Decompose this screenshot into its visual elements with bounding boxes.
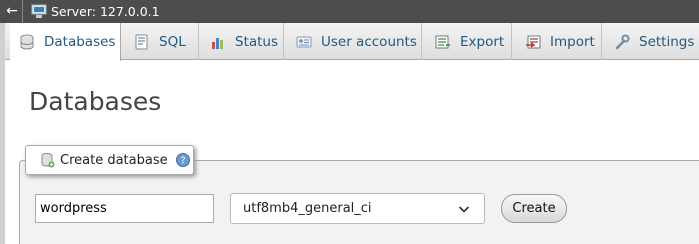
status-chart-icon — [212, 37, 223, 49]
tab-import[interactable]: Import — [512, 23, 602, 60]
tab-user-accounts[interactable]: User accounts — [284, 23, 422, 60]
tab-status[interactable]: Status — [199, 23, 284, 60]
page-title: Databases — [29, 87, 162, 116]
tab-label: SQL — [159, 33, 186, 50]
create-button[interactable]: Create — [501, 194, 567, 223]
database-icon — [20, 34, 34, 50]
tab-label: Export — [460, 33, 505, 50]
tab-databases[interactable]: Databases — [10, 23, 121, 61]
database-add-icon — [41, 153, 55, 168]
tab-label: Settings — [639, 33, 695, 50]
sql-icon — [135, 34, 148, 49]
tab-label: Databases — [44, 34, 116, 50]
topbar-divider — [22, 0, 23, 23]
settings-wrench-icon — [615, 34, 630, 49]
legend-label: Create database — [60, 152, 168, 168]
help-icon[interactable]: ? — [175, 153, 190, 167]
chevron-down-icon — [458, 206, 470, 213]
main-tab-bar: Databases SQL Status User accounts Expor… — [5, 23, 699, 61]
back-arrow-icon[interactable]: ← — [3, 2, 21, 20]
server-label[interactable]: Server: 127.0.0.1 — [51, 3, 160, 20]
tab-label: User accounts — [321, 33, 417, 50]
create-database-legend: Create database ? — [25, 145, 194, 175]
collation-selected-value: utf8mb4_general_ci — [243, 201, 372, 216]
tab-export[interactable]: Export — [422, 23, 512, 60]
export-icon — [435, 35, 450, 48]
user-accounts-icon — [296, 36, 312, 47]
tab-sql[interactable]: SQL — [121, 23, 199, 60]
database-name-input[interactable] — [35, 194, 214, 223]
tab-label: Import — [550, 33, 595, 50]
tab-settings[interactable]: Settings — [602, 23, 699, 60]
collation-select[interactable]: utf8mb4_general_ci — [230, 193, 485, 224]
tab-label: Status — [235, 33, 279, 50]
import-icon — [526, 35, 541, 48]
server-breadcrumb-bar: ← Server: 127.0.0.1 — [0, 0, 699, 23]
svg-text:?: ? — [180, 156, 185, 167]
server-icon — [31, 4, 47, 18]
